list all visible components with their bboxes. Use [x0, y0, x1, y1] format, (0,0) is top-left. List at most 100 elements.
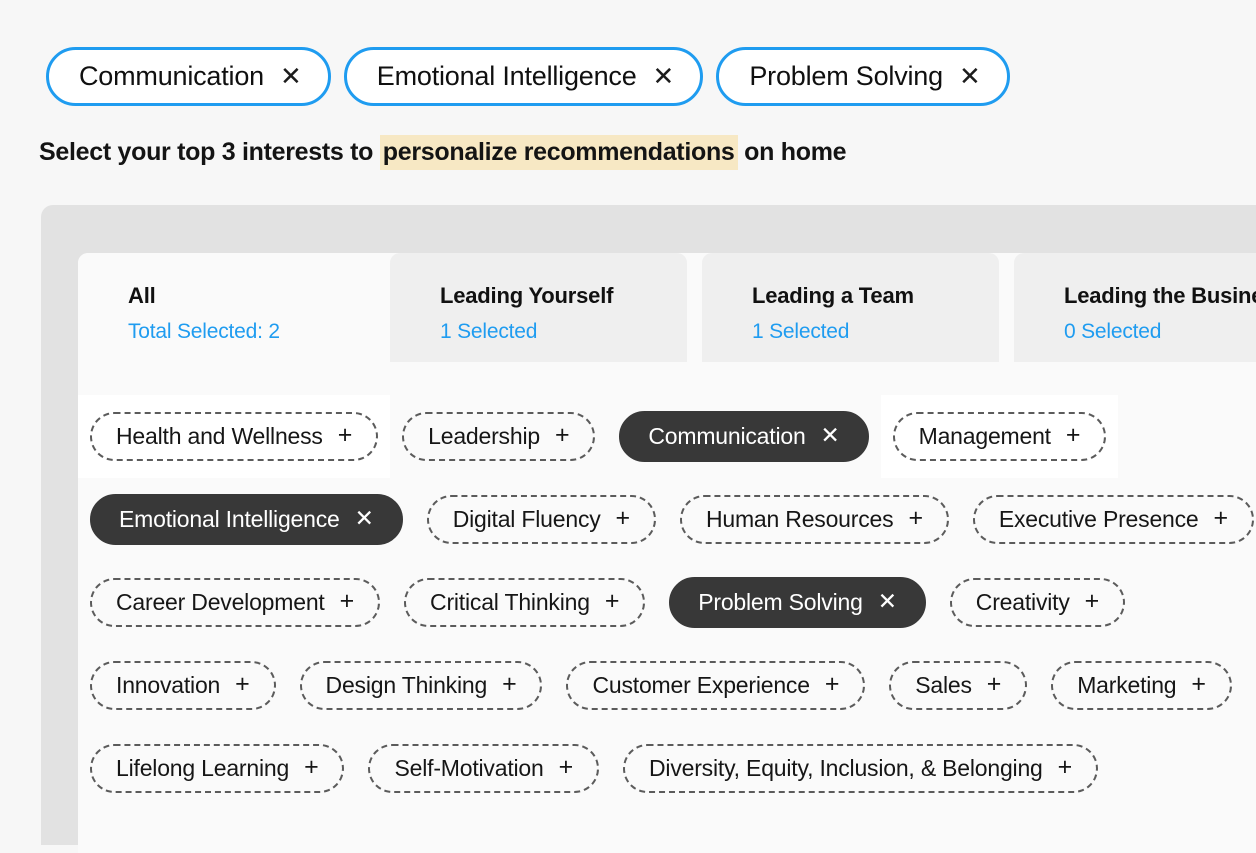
interest-chip-slot: Emotional Intelligence ✕	[78, 478, 415, 561]
interest-chip[interactable]: Marketing +	[1051, 661, 1232, 710]
plus-icon[interactable]: +	[1191, 672, 1206, 697]
category-tab-title: Leading Yourself	[440, 283, 614, 308]
interest-chip-slot: Digital Fluency +	[415, 478, 668, 561]
interest-chip-label: Executive Presence	[998, 506, 1199, 532]
plus-icon[interactable]: +	[1058, 755, 1073, 780]
selected-interest-pill[interactable]: Emotional Intelligence ✕	[343, 47, 704, 106]
plus-icon[interactable]: +	[555, 423, 570, 448]
interest-chip[interactable]: Self-Motivation +	[368, 744, 600, 793]
interest-chip[interactable]: Lifelong Learning +	[90, 744, 345, 793]
interest-chip-slot: Diversity, Equity, Inclusion, & Belongin…	[611, 727, 1110, 810]
interest-chip-label: Customer Experience	[592, 672, 810, 698]
interest-chip-slot: Innovation +	[78, 644, 288, 727]
category-tab[interactable]: Leading the Business 0 Selected	[1014, 253, 1256, 362]
close-icon[interactable]: ✕	[280, 63, 302, 89]
plus-icon[interactable]: +	[616, 506, 631, 531]
interest-chip[interactable]: Creativity +	[949, 578, 1126, 627]
selected-interest-label: Communication	[79, 61, 264, 91]
plus-icon[interactable]: +	[1214, 506, 1229, 531]
selected-interest-label: Emotional Intelligence	[376, 61, 637, 91]
interest-chip-label: Sales	[915, 672, 972, 698]
selected-interests-bar: Communication ✕ Emotional Intelligence ✕ Pro…	[46, 47, 1010, 106]
plus-icon[interactable]: +	[987, 672, 1002, 697]
selected-interest-label: Problem Solving	[749, 61, 943, 91]
selected-interest-pill[interactable]: Problem Solving ✕	[716, 47, 1010, 106]
interest-chip-label: Problem Solving	[698, 589, 863, 615]
close-icon[interactable]: ✕	[821, 424, 840, 447]
category-tab-title: Leading the Business	[1064, 283, 1256, 308]
interest-chip-row: Lifelong Learning + Self-Motivation + Divers…	[78, 727, 1256, 810]
interest-chip-label: Digital Fluency	[452, 506, 601, 532]
category-tab[interactable]: All Total Selected: 2	[78, 253, 375, 362]
plus-icon[interactable]: +	[340, 589, 355, 614]
interest-chip-slot: Health and Wellness +	[78, 395, 391, 478]
interest-chip-slot: Customer Experience +	[554, 644, 877, 727]
plus-icon[interactable]: +	[304, 755, 319, 780]
interest-chip[interactable]: Management +	[892, 412, 1107, 461]
interest-chip-label: Health and Wellness	[116, 423, 323, 449]
interest-chip-row: Health and Wellness + Leadership + Communica…	[78, 395, 1256, 478]
plus-icon[interactable]: +	[1066, 423, 1081, 448]
interest-chip-row: Innovation + Design Thinking + Customer Expe…	[78, 644, 1256, 727]
plus-icon[interactable]: +	[825, 672, 840, 697]
plus-icon[interactable]: +	[502, 672, 517, 697]
category-tab-count: Total Selected: 2	[128, 320, 280, 343]
category-tab[interactable]: Leading a Team 1 Selected	[702, 253, 999, 362]
interest-chip[interactable]: Innovation +	[90, 661, 276, 710]
category-tab-strip: All Total Selected: 2 Leading Yourself 1 Se…	[78, 253, 1256, 363]
interest-chip-label: Self-Motivation	[394, 755, 544, 781]
interest-chip[interactable]: Diversity, Equity, Inclusion, & Belongin…	[623, 744, 1099, 793]
plus-icon[interactable]: +	[605, 589, 620, 614]
interest-chip-label: Lifelong Learning	[116, 755, 290, 781]
close-icon[interactable]: ✕	[878, 590, 897, 613]
page-title: Select your top 3 interests to personali…	[39, 135, 847, 170]
category-tab-count: 0 Selected	[1064, 320, 1162, 343]
close-icon[interactable]: ✕	[355, 507, 374, 530]
page-title-highlight: personalize recommendations	[379, 135, 738, 170]
interest-chip-label: Human Resources	[705, 506, 894, 532]
plus-icon[interactable]: +	[1085, 589, 1100, 614]
page-title-suffix: on home	[737, 138, 847, 166]
interest-chip-slot: Human Resources +	[668, 478, 961, 561]
interest-chip-row: Career Development + Critical Thinking + Pro…	[78, 561, 1256, 644]
interest-chip-slot: Self-Motivation +	[356, 727, 611, 810]
interest-chip-slot: Sales +	[877, 644, 1039, 727]
interest-chip-slot: Executive Presence +	[961, 478, 1256, 561]
interest-chip[interactable]: Leadership +	[402, 412, 596, 461]
interest-chip[interactable]: Design Thinking +	[299, 661, 543, 710]
interest-chip[interactable]: Critical Thinking +	[404, 578, 646, 627]
interest-chip-slot: Marketing +	[1039, 644, 1244, 727]
category-tab-title: Leading a Team	[752, 283, 914, 308]
interest-chip-slot: Lifelong Learning +	[78, 727, 356, 810]
page-title-prefix: Select your top 3 interests to	[39, 138, 380, 166]
plus-icon[interactable]: +	[908, 506, 923, 531]
interest-chip[interactable]: Human Resources +	[679, 495, 949, 544]
interest-chip-label: Innovation	[116, 672, 221, 698]
category-tab[interactable]: Leading Yourself 1 Selected	[390, 253, 687, 362]
interest-chip-label: Leadership	[428, 423, 540, 449]
interest-chip-selected[interactable]: Emotional Intelligence ✕	[90, 494, 403, 545]
interest-chip[interactable]: Sales +	[889, 661, 1028, 710]
interest-chip-label: Design Thinking	[325, 672, 488, 698]
interest-chip[interactable]: Executive Presence +	[972, 495, 1254, 544]
interest-chip-label: Career Development	[116, 589, 325, 615]
interest-chip-area: Health and Wellness + Leadership + Communica…	[78, 395, 1256, 810]
interest-chip[interactable]: Customer Experience +	[566, 661, 866, 710]
interest-chip-selected[interactable]: Communication ✕	[619, 411, 869, 462]
plus-icon[interactable]: +	[559, 755, 574, 780]
plus-icon[interactable]: +	[338, 423, 353, 448]
interest-chip-slot: Career Development +	[78, 561, 392, 644]
category-tab-count: 1 Selected	[440, 320, 538, 343]
plus-icon[interactable]: +	[235, 672, 250, 697]
interest-chip-slot: Management +	[880, 395, 1119, 478]
interest-chip[interactable]: Digital Fluency +	[426, 495, 656, 544]
interest-chip[interactable]: Career Development +	[90, 578, 381, 627]
interest-chip-label: Critical Thinking	[430, 589, 590, 615]
interest-chip[interactable]: Health and Wellness +	[90, 412, 379, 461]
close-icon[interactable]: ✕	[959, 63, 981, 89]
interest-chip-slot: Leadership +	[390, 395, 607, 478]
interest-chip-selected[interactable]: Problem Solving ✕	[669, 577, 926, 628]
selected-interest-pill[interactable]: Communication ✕	[46, 47, 331, 106]
interest-chip-slot: Design Thinking +	[288, 644, 555, 727]
close-icon[interactable]: ✕	[653, 63, 675, 89]
